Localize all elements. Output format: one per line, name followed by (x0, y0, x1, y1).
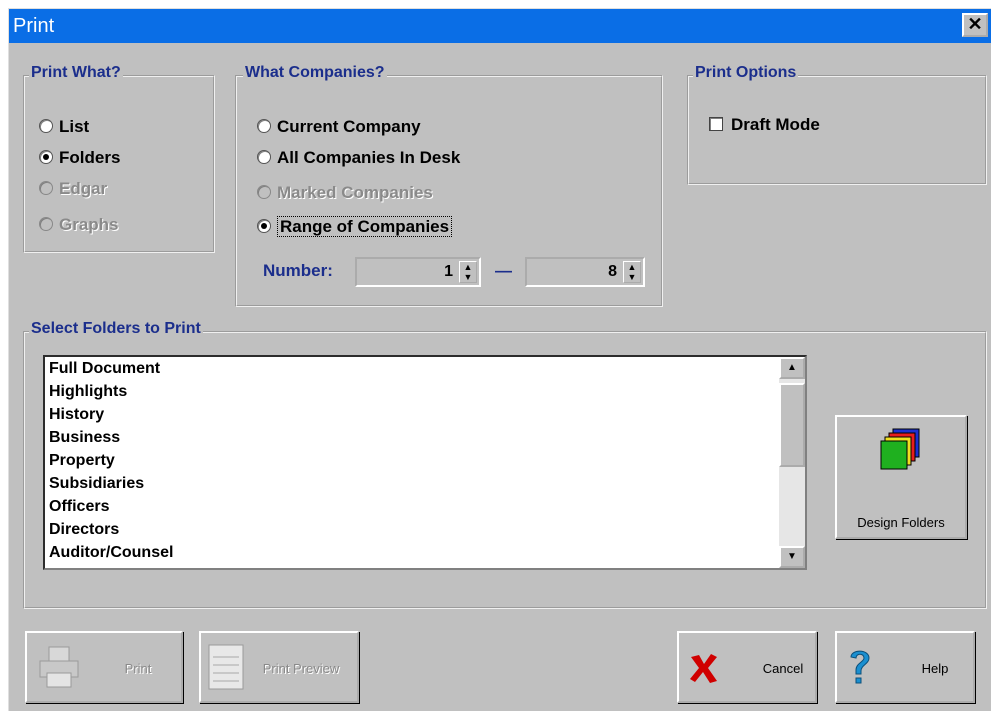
help-label: Help (921, 661, 949, 676)
folders-listbox[interactable]: Full Document Highlights History Busines… (43, 355, 807, 570)
print-dialog: Print ✕ Print What? List Folders Edgar G… (8, 8, 991, 711)
vertical-scrollbar[interactable]: ▲ ▼ (779, 357, 805, 568)
radio-label: Edgar (59, 179, 108, 198)
list-item[interactable]: Auditor/Counsel (45, 541, 805, 564)
radio-edgar: Edgar (39, 179, 107, 199)
range-from-value: 1 (444, 263, 453, 280)
print-label: Print (124, 661, 152, 676)
checkbox-label: Draft Mode (731, 115, 820, 134)
radio-label: Range of Companies (277, 216, 453, 237)
checkbox-box (709, 116, 723, 131)
radio-folders[interactable]: Folders (39, 148, 120, 168)
range-to-spinner[interactable]: 8 ▲ ▼ (525, 257, 645, 287)
range-from-spinner[interactable]: 1 ▲ ▼ (355, 257, 481, 287)
cancel-label: Cancel (762, 661, 804, 676)
radio-range-of-companies[interactable]: Range of Companies (257, 216, 453, 237)
list-item[interactable]: Highlights (45, 380, 805, 403)
print-what-legend: Print What? (29, 64, 123, 82)
radio-button (39, 118, 53, 133)
folders-icon (880, 428, 920, 470)
what-companies-legend: What Companies? (243, 64, 387, 82)
scrollbar-thumb[interactable] (779, 383, 805, 467)
radio-graphs: Graphs (39, 215, 119, 235)
radio-button-selected (39, 149, 53, 164)
print-preview-label: Print Preview (262, 661, 340, 676)
radio-current-company[interactable]: Current Company (257, 117, 421, 137)
radio-all-companies[interactable]: All Companies In Desk (257, 148, 460, 168)
radio-button-disabled (39, 216, 53, 231)
radio-list[interactable]: List (39, 117, 89, 137)
design-folders-label: Design Folders (857, 515, 945, 530)
list-item[interactable]: Officers (45, 495, 805, 518)
radio-label: Current Company (277, 117, 421, 136)
radio-button-disabled (39, 180, 53, 195)
list-item[interactable]: Full Document (45, 357, 805, 380)
spinner-arrows-icon[interactable]: ▲ ▼ (459, 261, 477, 283)
title-bar: Print ✕ (9, 9, 991, 43)
radio-button-selected (257, 218, 271, 233)
help-button[interactable]: Help (835, 631, 975, 703)
cancel-button[interactable]: Cancel (677, 631, 817, 703)
list-item[interactable]: Property (45, 449, 805, 472)
list-item[interactable]: Business (45, 426, 805, 449)
radio-button (257, 149, 271, 164)
radio-label: Graphs (59, 215, 119, 234)
close-button[interactable]: ✕ (962, 13, 988, 37)
radio-button (257, 118, 271, 133)
radio-label: Folders (59, 148, 121, 167)
print-options-legend: Print Options (693, 64, 799, 82)
radio-label: List (59, 117, 90, 136)
list-item[interactable]: Subsidiaries (45, 472, 805, 495)
window-title: Print (13, 15, 55, 37)
spinner-arrows-icon[interactable]: ▲ ▼ (623, 261, 641, 283)
scroll-down-icon[interactable]: ▼ (779, 546, 805, 568)
select-folders-legend: Select Folders to Print (29, 320, 203, 338)
list-item[interactable]: Directors (45, 518, 805, 541)
radio-button-disabled (257, 184, 271, 199)
radio-marked-companies: Marked Companies (257, 183, 433, 203)
close-icon: ✕ (967, 14, 983, 34)
radio-label: All Companies In Desk (277, 148, 461, 167)
radio-label: Marked Companies (277, 183, 433, 202)
range-separator: — (495, 261, 512, 280)
number-label: Number: (263, 261, 333, 280)
design-folders-button[interactable]: Design Folders (835, 415, 967, 539)
list-item[interactable]: History (45, 403, 805, 426)
print-button[interactable]: Print (25, 631, 183, 703)
range-to-value: 8 (608, 263, 617, 280)
scroll-up-icon[interactable]: ▲ (779, 357, 805, 379)
print-preview-button[interactable]: Print Preview (199, 631, 359, 703)
draft-mode-checkbox[interactable]: Draft Mode (709, 115, 820, 135)
